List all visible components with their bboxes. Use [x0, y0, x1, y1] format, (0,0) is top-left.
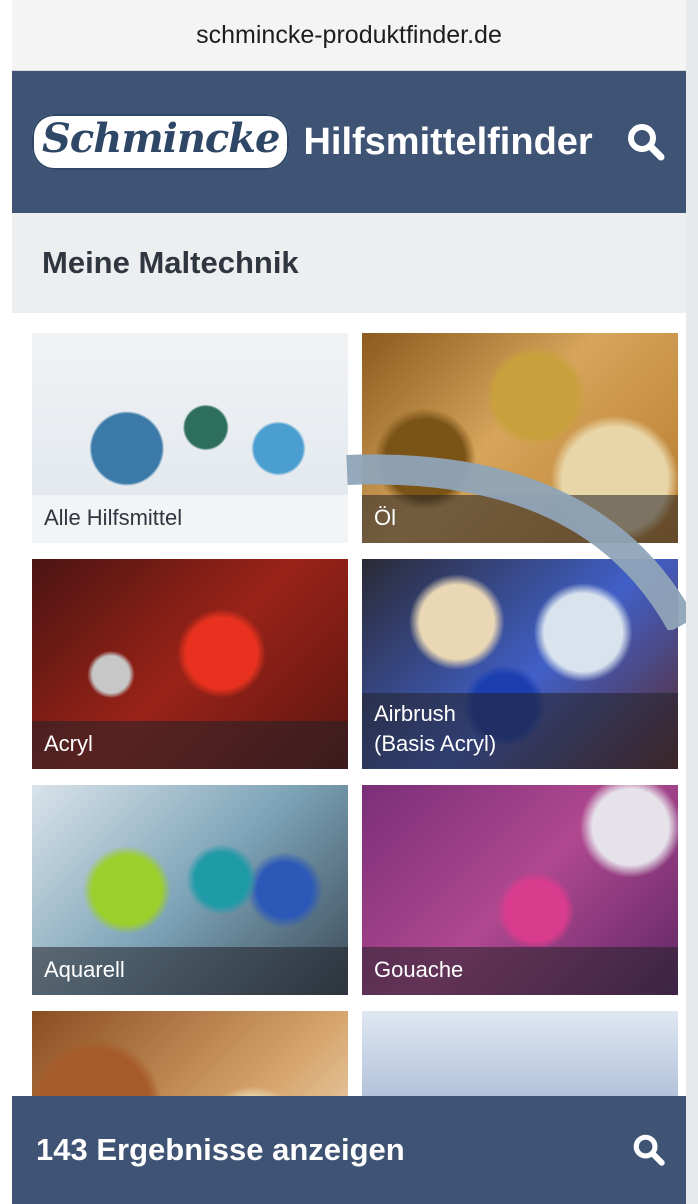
tile-label: Aquarell — [32, 947, 348, 995]
tile-label: Airbrush (Basis Acryl) — [362, 693, 678, 769]
schmincke-logo[interactable]: Schmincke — [32, 114, 290, 170]
technique-tile-oel[interactable]: Öl — [362, 333, 678, 543]
browser-url-bar[interactable]: schmincke-produktfinder.de — [12, 0, 686, 71]
search-icon — [628, 124, 665, 161]
section-title: Meine Maltechnik — [12, 213, 686, 313]
tile-label: Öl — [362, 495, 678, 543]
header-title: Hilfsmittelfinder — [303, 120, 593, 163]
tile-label: Acryl — [32, 721, 348, 769]
technique-grid: Alle Hilfsmittel Öl Acryl Airbrush (Basi… — [12, 313, 686, 1204]
technique-tile-airbrush[interactable]: Airbrush (Basis Acryl) — [362, 559, 678, 769]
technique-tile-gouache[interactable]: Gouache — [362, 785, 678, 995]
header-search-button[interactable] — [626, 122, 666, 162]
show-results-button[interactable]: 143 Ergebnisse anzeigen — [12, 1096, 686, 1204]
page-edge — [686, 0, 698, 1204]
results-count-label: 143 Ergebnisse anzeigen — [36, 1132, 405, 1167]
search-icon — [633, 1134, 665, 1166]
mobile-page: schmincke-produktfinder.de Schmincke Hil… — [12, 0, 686, 1204]
app-header: Schmincke Hilfsmittelfinder — [12, 71, 686, 213]
technique-tile-acryl[interactable]: Acryl — [32, 559, 348, 769]
tile-label: Alle Hilfsmittel — [32, 495, 348, 543]
tile-label: Gouache — [362, 947, 678, 995]
technique-tile-alle-hilfsmittel[interactable]: Alle Hilfsmittel — [32, 333, 348, 543]
url-text: schmincke-produktfinder.de — [196, 20, 502, 49]
technique-tile-aquarell[interactable]: Aquarell — [32, 785, 348, 995]
section-title-text: Meine Maltechnik — [42, 245, 299, 280]
